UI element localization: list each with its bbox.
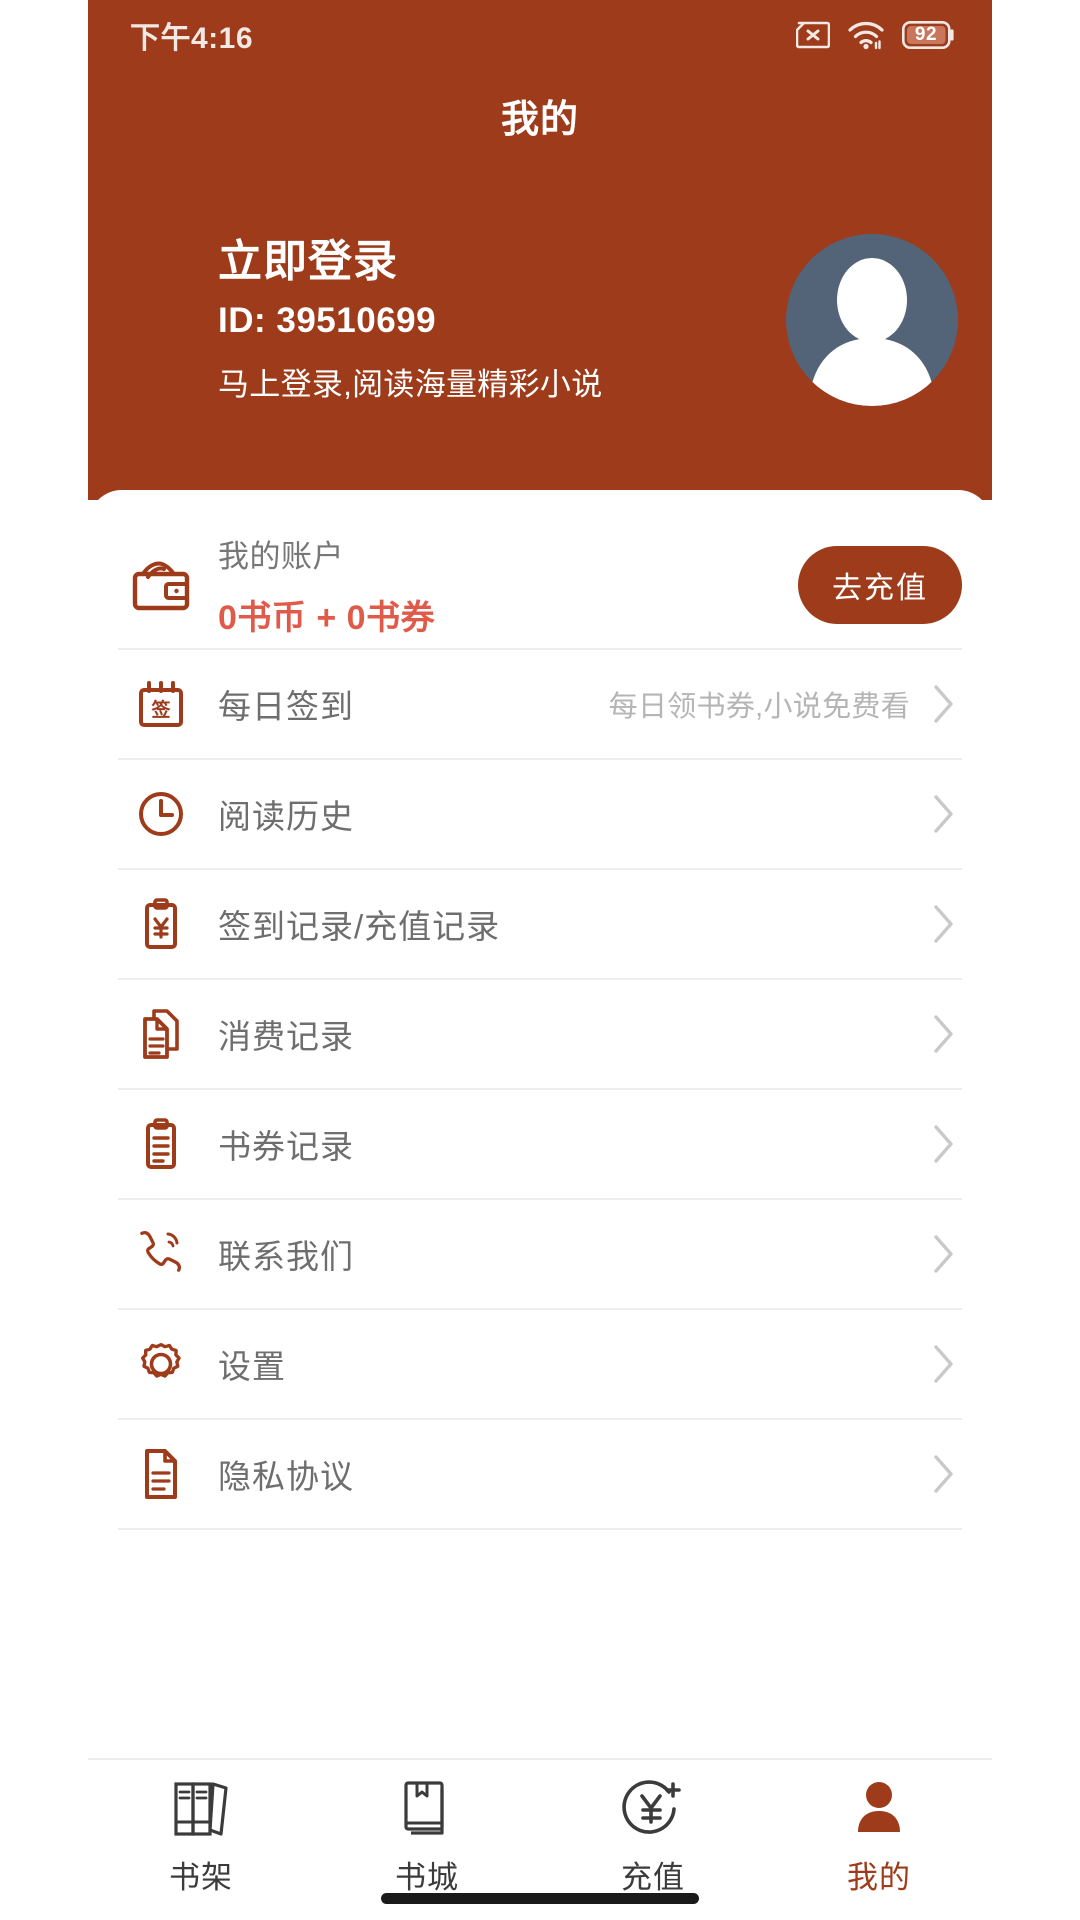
sim-card-off-icon	[796, 21, 830, 49]
app-screen: 下午4:16 92 我的 立即登录 ID: 39510699 马上登录,阅读海量…	[0, 0, 1080, 1920]
phone-call-icon	[118, 1228, 204, 1280]
menu-item-daily-checkin[interactable]: 签 每日签到 每日领书券,小说免费看	[118, 650, 962, 760]
battery-level-text: 92	[914, 24, 938, 45]
menu-item-label: 书券记录	[218, 1128, 354, 1165]
tab-label: 书架	[169, 1860, 233, 1895]
clock-history-icon	[118, 789, 204, 839]
chevron-right-icon	[932, 793, 962, 835]
yen-plus-icon	[622, 1776, 684, 1842]
menu-item-settings[interactable]: 设置	[118, 1310, 962, 1420]
menu-item-label: 每日签到	[218, 688, 354, 725]
menu-item-checkin-recharge-records[interactable]: 签到记录/充值记录	[118, 870, 962, 980]
chevron-right-icon	[932, 1343, 962, 1385]
account-texts: 我的账户 0书币 + 0书券	[218, 531, 798, 639]
menu-item-hint: 每日领书券,小说免费看	[608, 691, 910, 723]
menu-item-consumption-records[interactable]: 消费记录	[118, 980, 962, 1090]
chevron-right-icon	[932, 1013, 962, 1055]
menu-item-label: 签到记录/充值记录	[218, 908, 501, 945]
tab-bookshelf[interactable]: 书架	[88, 1760, 314, 1920]
login-prompt-subtitle: 马上登录,阅读海量精彩小说	[218, 367, 603, 403]
recharge-button[interactable]: 去充值	[798, 546, 962, 624]
menu-item-label: 阅读历史	[218, 798, 354, 835]
home-gesture-bar[interactable]	[381, 1893, 699, 1904]
chevron-right-icon	[932, 683, 962, 725]
receipt-yen-icon	[118, 897, 204, 951]
default-avatar-icon	[810, 258, 934, 406]
content-sheet: 我的账户 0书币 + 0书券 去充值 签 每日签到 每日领书券,小说免费看 阅读…	[88, 490, 992, 1920]
status-bar-icons: 92	[796, 20, 956, 50]
user-id-text: ID: 39510699	[218, 301, 437, 341]
menu-item-label: 隐私协议	[218, 1458, 354, 1495]
chevron-right-icon	[932, 1233, 962, 1275]
account-row[interactable]: 我的账户 0书币 + 0书券 去充值	[118, 522, 962, 650]
tab-label: 书城	[395, 1860, 459, 1895]
page-title: 我的	[500, 99, 579, 141]
menu-item-label: 联系我们	[218, 1238, 354, 1275]
tab-label: 充值	[621, 1860, 685, 1895]
profile-header: 下午4:16 92 我的 立即登录 ID: 39510699 马上登录,阅读海量…	[88, 0, 992, 500]
menu-item-label: 消费记录	[218, 1018, 354, 1055]
menu-item-privacy-policy[interactable]: 隐私协议	[118, 1420, 962, 1530]
menu-list: 签 每日签到 每日领书券,小说免费看 阅读历史 签到记录/充值记录 消费记录 书…	[118, 650, 962, 1530]
wifi-icon	[848, 22, 884, 50]
account-label: 我的账户	[218, 539, 344, 574]
clipboard-list-icon	[118, 1117, 204, 1171]
profile-text-group: 立即登录 ID: 39510699 马上登录,阅读海量精彩小说	[218, 230, 786, 404]
person-icon	[850, 1776, 908, 1842]
document-text-icon	[118, 1447, 204, 1501]
calendar-checkin-icon: 签	[118, 678, 204, 730]
account-balance: 0书币 + 0书券	[218, 599, 436, 637]
chevron-right-icon	[932, 1123, 962, 1165]
menu-item-label: 设置	[218, 1348, 286, 1385]
menu-item-reading-history[interactable]: 阅读历史	[118, 760, 962, 870]
gear-icon	[118, 1338, 204, 1390]
chevron-right-icon	[932, 1453, 962, 1495]
tab-mine[interactable]: 我的	[766, 1760, 992, 1920]
battery-icon: 92	[902, 21, 956, 49]
tab-label: 我的	[847, 1860, 911, 1895]
bookshelf-icon	[171, 1776, 231, 1842]
documents-icon	[118, 1007, 204, 1061]
wallet-icon	[118, 557, 204, 613]
status-bar: 下午4:16 92	[88, 0, 992, 70]
profile-block[interactable]: 立即登录 ID: 39510699 马上登录,阅读海量精彩小说	[218, 230, 958, 406]
svg-text:签: 签	[150, 698, 171, 721]
avatar[interactable]	[786, 234, 958, 406]
menu-item-voucher-records[interactable]: 书券记录	[118, 1090, 962, 1200]
login-prompt-title[interactable]: 立即登录	[218, 236, 786, 287]
menu-item-contact-us[interactable]: 联系我们	[118, 1200, 962, 1310]
chevron-right-icon	[932, 903, 962, 945]
status-bar-clock: 下午4:16	[130, 22, 254, 55]
book-icon	[398, 1776, 456, 1842]
